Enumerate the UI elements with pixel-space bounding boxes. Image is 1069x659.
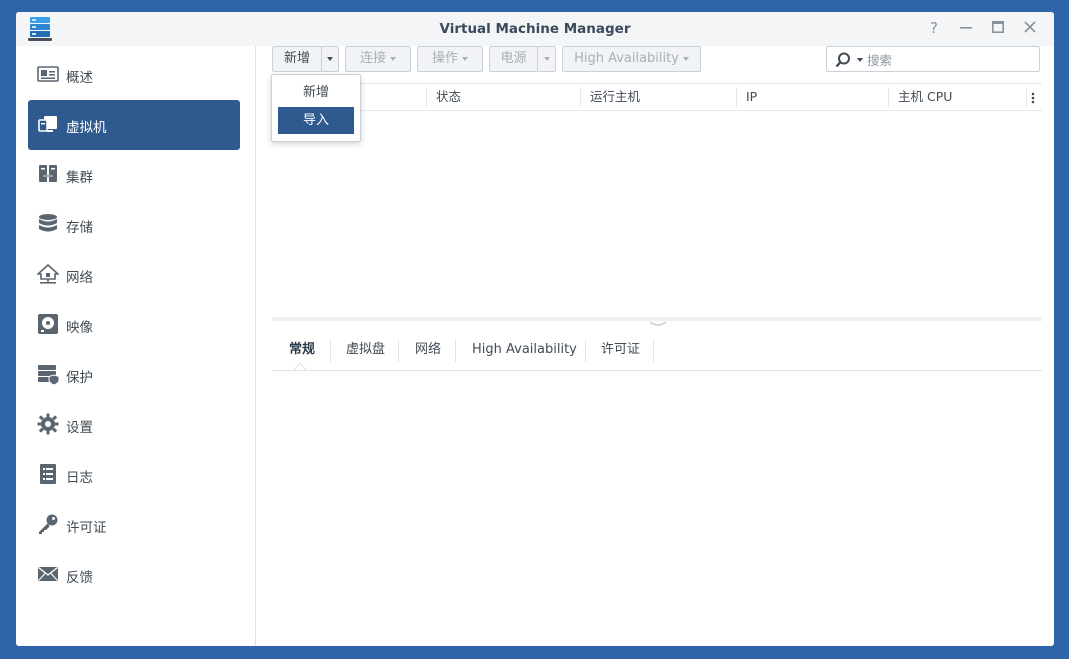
sidebar-item-label: 保护 [66, 370, 93, 386]
create-dropdown-menu: 新增 导入 [271, 74, 361, 142]
sidebar-item-network[interactable]: 网络 [28, 250, 240, 300]
splitter-handle-icon[interactable] [648, 320, 668, 328]
column-host-cpu[interactable]: 主机 CPU [890, 84, 1020, 110]
tab-divider [330, 340, 331, 362]
connect-button[interactable]: 连接 [345, 46, 411, 72]
title-bar: Virtual Machine Manager ? [16, 12, 1054, 46]
sidebar-item-image[interactable]: 映像 [28, 300, 240, 350]
menu-item-create[interactable]: 新增 [278, 79, 354, 106]
minimize-icon[interactable] [955, 18, 977, 38]
search-box[interactable] [826, 46, 1040, 72]
sidebar-item-license[interactable]: 许可证 [28, 500, 240, 550]
image-disc-icon [38, 314, 58, 334]
column-running-host[interactable]: 运行主机 [582, 84, 734, 110]
sidebar-item-storage[interactable]: 存储 [28, 200, 240, 250]
chevron-down-icon [462, 56, 468, 61]
sidebar-item-label: 存储 [66, 220, 93, 236]
sidebar-item-label: 许可证 [66, 520, 107, 536]
power-button[interactable]: 电源 [489, 46, 538, 72]
sidebar-item-label: 虚拟机 [66, 120, 107, 136]
menu-item-import[interactable]: 导入 [278, 107, 354, 134]
tab-high-availability[interactable]: High Availability [472, 336, 577, 364]
column-divider [736, 87, 737, 107]
tab-divider [398, 340, 399, 362]
chevron-down-icon [390, 56, 396, 61]
sidebar-item-label: 设置 [66, 420, 93, 436]
sidebar-item-overview[interactable]: 概述 [28, 50, 240, 100]
tab-divider [455, 340, 456, 362]
tab-virtual-disk[interactable]: 虚拟盘 [346, 336, 385, 364]
high-availability-label: High Availability [574, 51, 679, 66]
sidebar-item-feedback[interactable]: 反馈 [28, 550, 240, 600]
active-tab-pointer [294, 362, 306, 370]
mail-icon [38, 566, 58, 581]
chevron-down-icon [327, 56, 333, 61]
create-button[interactable]: 新增 [272, 46, 322, 72]
storage-icon [39, 214, 57, 232]
help-icon[interactable]: ? [923, 18, 945, 38]
sidebar-item-label: 反馈 [66, 570, 93, 586]
column-status[interactable]: 状态 [428, 84, 580, 110]
action-label: 操作 [431, 51, 458, 66]
virtual-machine-icon [38, 116, 57, 132]
column-divider [426, 87, 427, 107]
tab-divider [653, 340, 654, 362]
tab-license[interactable]: 许可证 [601, 336, 640, 364]
column-divider [888, 87, 889, 107]
vm-grid-header: 状态 运行主机 IP 主机 CPU [272, 83, 1042, 111]
sidebar-item-label: 集群 [66, 170, 93, 186]
sidebar-item-log[interactable]: 日志 [28, 450, 240, 500]
chevron-down-icon[interactable] [857, 58, 863, 62]
window-title: Virtual Machine Manager [439, 21, 631, 37]
tab-general[interactable]: 常规 [289, 336, 315, 364]
sidebar-item-label: 概述 [66, 70, 93, 86]
network-icon [37, 263, 59, 284]
column-ip[interactable]: IP [738, 84, 888, 110]
key-icon [39, 514, 58, 534]
gear-icon [37, 413, 59, 435]
search-icon [835, 52, 850, 68]
maximize-icon[interactable] [987, 18, 1009, 38]
column-divider [580, 87, 581, 107]
power-dropdown-toggle[interactable] [537, 46, 556, 72]
sidebar-item-label: 网络 [66, 270, 93, 286]
high-availability-button[interactable]: High Availability [562, 46, 701, 72]
sidebar-item-cluster[interactable]: 集群 [28, 150, 240, 200]
overview-icon [37, 66, 59, 82]
search-input[interactable] [865, 50, 1039, 70]
action-button[interactable]: 操作 [417, 46, 483, 72]
chevron-down-icon [682, 56, 689, 61]
create-dropdown-toggle[interactable] [321, 46, 339, 72]
sidebar-item-label: 映像 [66, 320, 93, 336]
log-icon [40, 464, 56, 484]
tab-network[interactable]: 网络 [415, 336, 441, 364]
vmm-window: Virtual Machine Manager ? 概述 虚拟机 集群 存储 网… [16, 12, 1054, 646]
sidebar-item-label: 日志 [66, 470, 93, 486]
column-divider [1026, 87, 1027, 107]
connect-label: 连接 [359, 51, 386, 66]
tab-divider [585, 340, 586, 362]
sidebar: 概述 虚拟机 集群 存储 网络 映像 保护 设置 日志 许可证 反馈 [16, 46, 256, 646]
sidebar-item-virtual-machine[interactable]: 虚拟机 [28, 100, 240, 150]
detail-tabs: 常规 虚拟盘 网络 High Availability 许可证 [272, 336, 1042, 371]
sidebar-item-protection[interactable]: 保护 [28, 350, 240, 400]
chevron-down-icon [543, 56, 550, 61]
protection-icon [38, 365, 59, 385]
close-icon[interactable] [1019, 18, 1041, 38]
column-options-icon[interactable] [1031, 92, 1035, 104]
sidebar-item-settings[interactable]: 设置 [28, 400, 240, 450]
cluster-icon [39, 165, 57, 182]
panel-splitter[interactable] [272, 317, 1042, 326]
